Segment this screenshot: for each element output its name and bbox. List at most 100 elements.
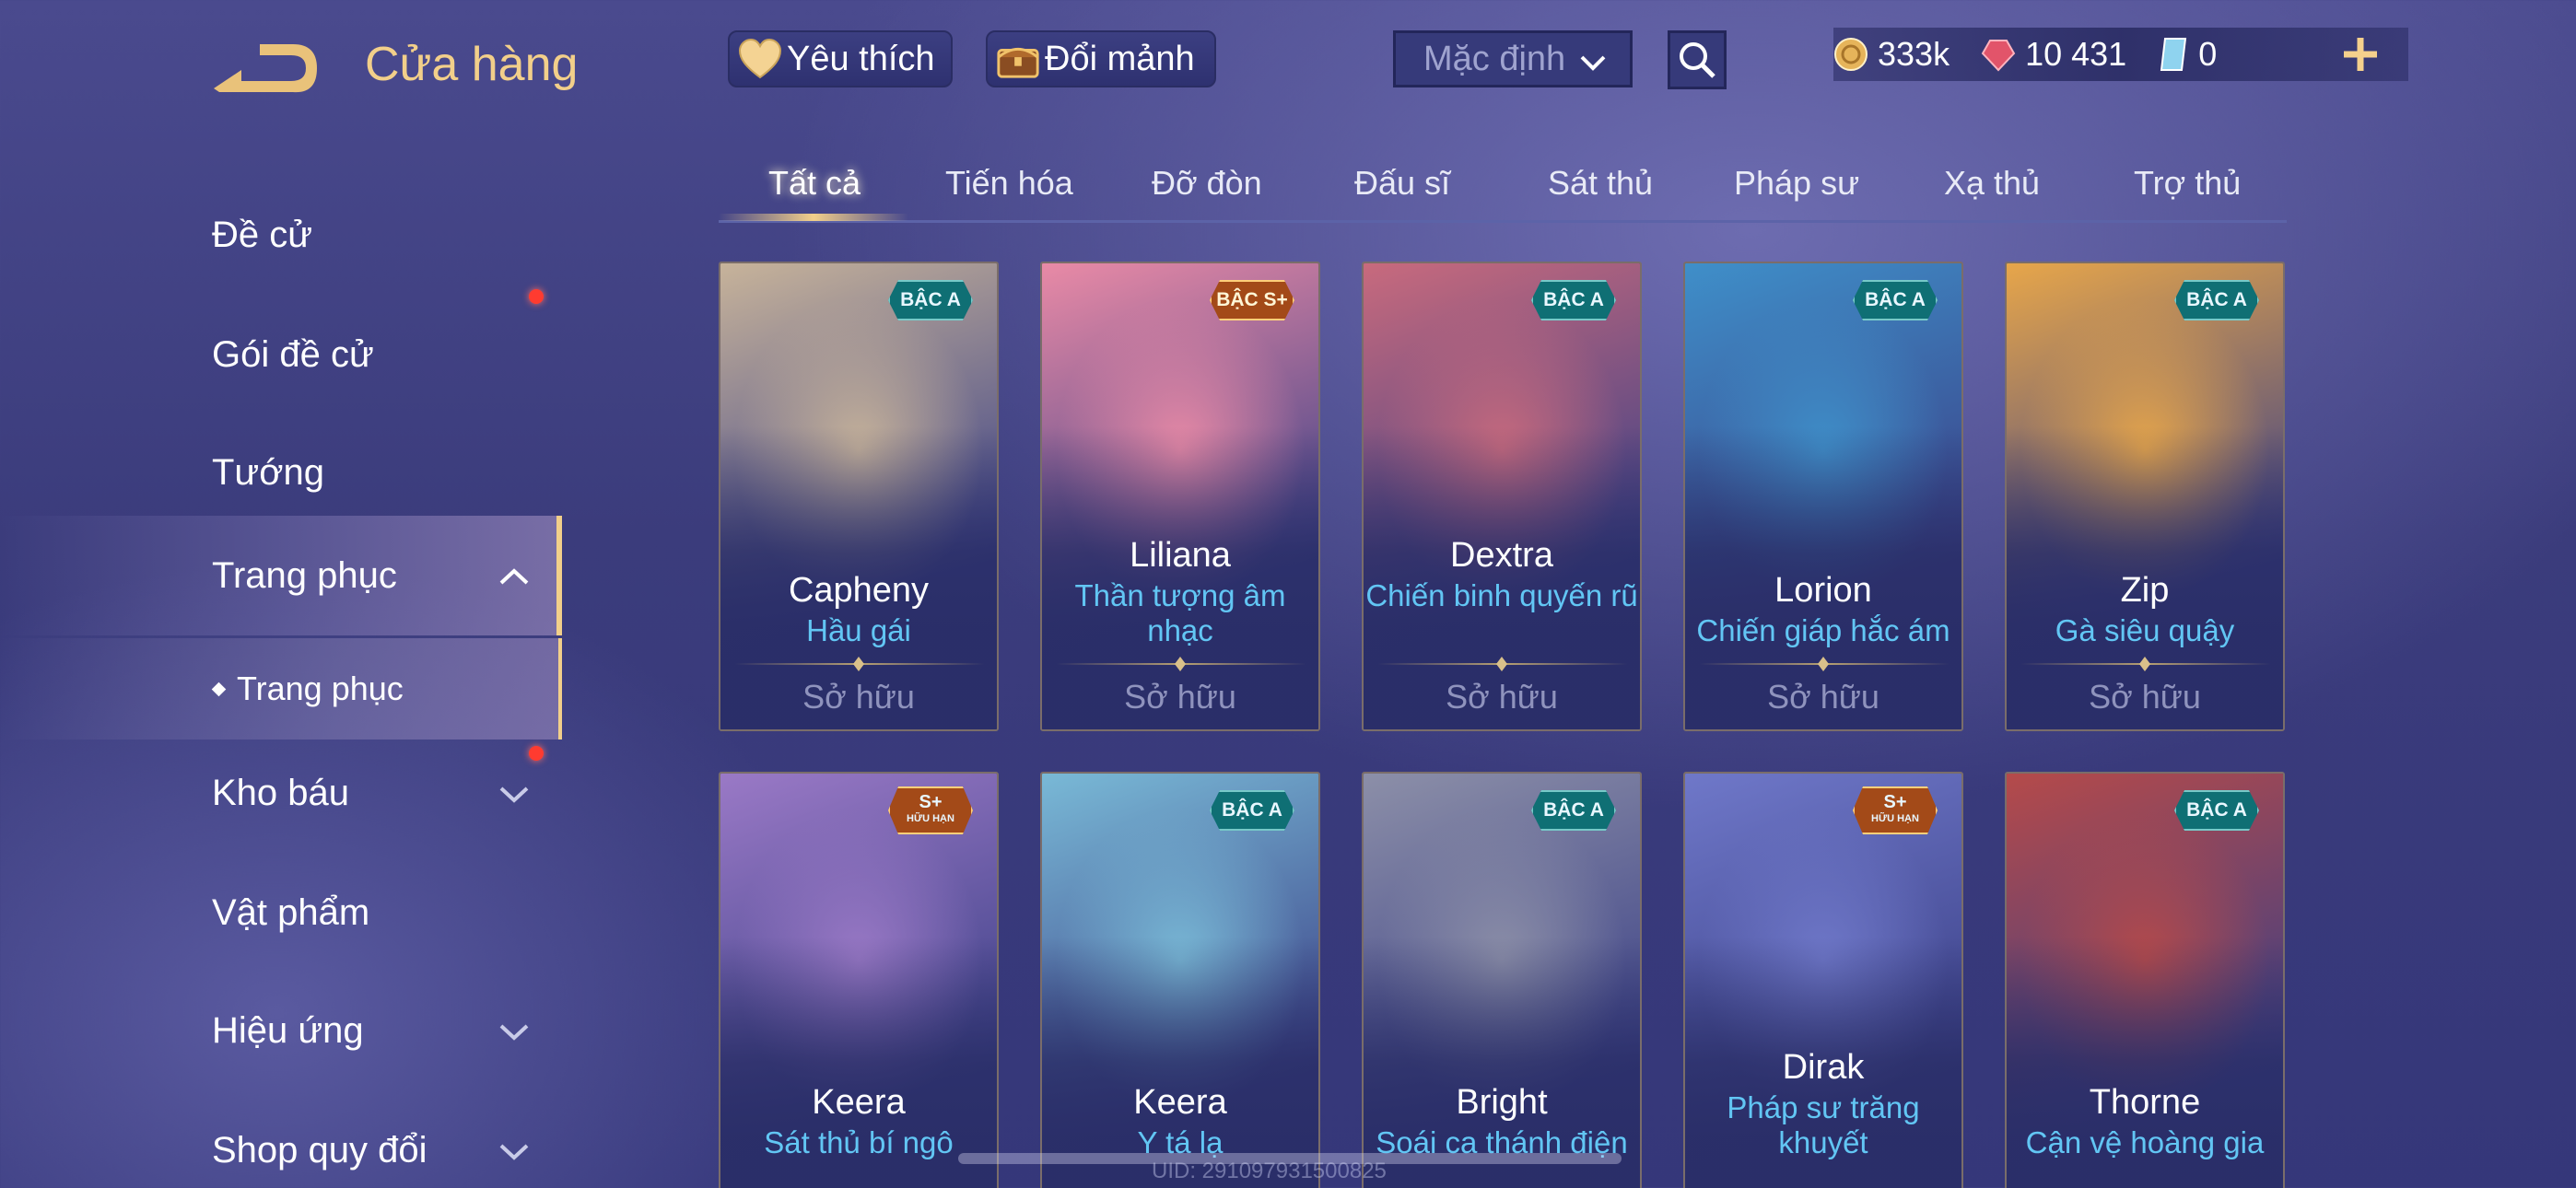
sidebar-item-heroes[interactable]: Tướng bbox=[0, 413, 562, 532]
gold-coin-icon bbox=[1834, 38, 1868, 71]
notification-dot bbox=[529, 289, 544, 304]
sidebar-item-label: Trang phục bbox=[237, 670, 404, 707]
skin-name: Cận vệ hoàng gia bbox=[2025, 1125, 2265, 1159]
ruby-icon bbox=[1981, 40, 2016, 72]
hero-name: Capheny bbox=[788, 571, 930, 610]
skin-card[interactable]: BẬC A Dextra Chiến binh quyến rũ Sở hữu bbox=[1362, 262, 1642, 731]
tier-badge: BẬC A bbox=[2174, 280, 2259, 320]
sidebar-item-recommended[interactable]: Đề cử bbox=[0, 175, 562, 295]
voucher-balance: 10 431 bbox=[1981, 35, 2126, 74]
hero-name: Keera bbox=[1133, 1083, 1227, 1122]
chevron-up-icon bbox=[499, 568, 529, 585]
skin-name: Gà siêu quậy bbox=[2055, 613, 2235, 647]
exchange-shard-label: Đổi mảnh bbox=[1045, 39, 1195, 78]
sidebar-item-label: Hiệu ứng bbox=[212, 1009, 364, 1051]
owned-status: Sở hữu bbox=[1446, 678, 1558, 716]
skin-name: Thần tượng âm nhạc bbox=[1074, 578, 1286, 647]
favorite-label: Yêu thích bbox=[787, 39, 935, 78]
chevron-down-icon bbox=[499, 1024, 529, 1041]
sidebar-subitem-skins[interactable]: Trang phục bbox=[0, 638, 562, 740]
tab-tank[interactable]: Đỡ đòn bbox=[1152, 164, 1262, 203]
tier-badge: BẬC S+ bbox=[1210, 280, 1294, 320]
hero-name: Lorion bbox=[1774, 571, 1872, 610]
sidebar-item-label: Trang phục bbox=[212, 554, 397, 596]
skin-name: Chiến giáp hắc ám bbox=[1696, 613, 1950, 647]
owned-status: Sở hữu bbox=[1124, 678, 1236, 716]
sidebar-item-treasure[interactable]: Kho báu bbox=[0, 733, 562, 853]
sidebar-item-items[interactable]: Vật phẩm bbox=[0, 853, 562, 973]
page-title: Cửa hàng bbox=[365, 38, 579, 91]
exchange-shard-button[interactable]: Đổi mảnh bbox=[986, 30, 1216, 87]
diamond-bullet-icon bbox=[211, 681, 227, 696]
skin-card[interactable]: BẬC A Keera Y tá lạ bbox=[1040, 772, 1320, 1188]
sidebar-item-label: Đề cử bbox=[212, 214, 313, 255]
divider bbox=[1057, 663, 1306, 665]
sidebar: Đề cử Gói đề cử Tướng Trang phục Trang p… bbox=[0, 175, 562, 1188]
hero-name: Liliana bbox=[1130, 536, 1231, 575]
currency-bar: 333k 10 431 0 bbox=[1833, 28, 2408, 81]
sidebar-item-label: Vật phẩm bbox=[212, 891, 370, 933]
tab-marksman[interactable]: Xạ thủ bbox=[1944, 164, 2040, 203]
back-button[interactable] bbox=[210, 37, 321, 98]
active-tab-indicator bbox=[719, 214, 908, 221]
divider bbox=[1378, 663, 1627, 665]
skin-name: Sát thủ bí ngô bbox=[764, 1125, 954, 1159]
tab-assassin[interactable]: Sát thủ bbox=[1548, 164, 1653, 203]
sidebar-item-effects[interactable]: Hiệu ứng bbox=[0, 971, 562, 1090]
chevron-down-icon bbox=[499, 786, 529, 803]
hero-name: Dextra bbox=[1450, 536, 1553, 575]
hero-name: Thorne bbox=[2089, 1083, 2201, 1122]
chevron-down-icon bbox=[499, 1144, 529, 1160]
tier-badge: BẬC A bbox=[1531, 790, 1616, 831]
chest-icon bbox=[995, 36, 1041, 82]
skin-card[interactable]: BẬC A Lorion Chiến giáp hắc ám Sở hữu bbox=[1683, 262, 1963, 731]
skin-card[interactable]: S+ HỮU HẠN Keera Sát thủ bí ngô bbox=[719, 772, 999, 1188]
sidebar-item-label: Tướng bbox=[212, 451, 324, 493]
sidebar-item-label: Gói đề cử bbox=[212, 333, 374, 375]
tab-evolution[interactable]: Tiến hóa bbox=[945, 164, 1073, 203]
home-indicator[interactable] bbox=[958, 1153, 1622, 1164]
heart-icon bbox=[737, 36, 783, 82]
notification-dot bbox=[529, 746, 544, 761]
ticket-amount: 0 bbox=[2198, 35, 2218, 73]
ticket-balance: 0 bbox=[2158, 35, 2217, 74]
sort-dropdown[interactable]: Mặc định bbox=[1393, 30, 1633, 87]
owned-status: Sở hữu bbox=[1767, 678, 1879, 716]
favorite-button[interactable]: Yêu thích bbox=[728, 30, 953, 87]
search-icon bbox=[1680, 42, 1715, 78]
skin-name: Pháp sư trăng khuyết bbox=[1727, 1090, 1920, 1159]
sidebar-item-exchange-shop[interactable]: Shop quy đổi bbox=[0, 1090, 562, 1188]
skin-card[interactable]: S+ HỮU HẠN Dirak Pháp sư trăng khuyết bbox=[1683, 772, 1963, 1188]
skin-card[interactable]: BẬC A Capheny Hầu gái Sở hữu bbox=[719, 262, 999, 731]
sort-value: Mặc định bbox=[1423, 39, 1566, 78]
tab-all[interactable]: Tất cả bbox=[768, 164, 861, 203]
skin-name: Chiến binh quyến rũ bbox=[1365, 578, 1638, 612]
tab-fighter[interactable]: Đấu sĩ bbox=[1354, 164, 1450, 203]
hero-name: Bright bbox=[1456, 1083, 1548, 1122]
tier-badge: BẬC A bbox=[888, 280, 973, 320]
ticket-icon bbox=[2160, 38, 2187, 71]
tier-badge: S+ HỮU HẠN bbox=[1853, 786, 1938, 834]
tier-badge: BẬC A bbox=[1853, 280, 1938, 320]
tier-badge: BẬC A bbox=[1210, 790, 1294, 831]
sidebar-item-recommended-packs[interactable]: Gói đề cử bbox=[0, 295, 562, 414]
tier-badge: BẬC A bbox=[2174, 790, 2259, 831]
sidebar-item-skins[interactable]: Trang phục bbox=[0, 516, 562, 635]
skin-card[interactable]: BẬC S+ Liliana Thần tượng âm nhạc Sở hữu bbox=[1040, 262, 1320, 731]
owned-status: Sở hữu bbox=[2089, 678, 2201, 716]
tier-badge: BẬC A bbox=[1531, 280, 1616, 320]
add-currency-button[interactable] bbox=[2340, 28, 2381, 83]
tab-mage[interactable]: Pháp sư bbox=[1734, 164, 1859, 203]
skin-card[interactable]: BẬC A Zip Gà siêu quậy Sở hữu bbox=[2005, 262, 2285, 731]
skin-card[interactable]: BẬC A Bright Soái ca thánh điện bbox=[1362, 772, 1642, 1188]
voucher-amount: 10 431 bbox=[2025, 35, 2127, 73]
category-tabs: Tất cả Tiến hóa Đỡ đòn Đấu sĩ Sát thủ Ph… bbox=[719, 147, 2287, 223]
divider bbox=[735, 663, 984, 665]
tab-support[interactable]: Trợ thủ bbox=[2134, 164, 2241, 203]
gold-balance: 333k bbox=[1833, 35, 1950, 74]
back-arrow-icon bbox=[214, 44, 317, 93]
plus-icon bbox=[2344, 38, 2377, 71]
sidebar-item-label: Kho báu bbox=[212, 772, 350, 813]
search-button[interactable] bbox=[1668, 30, 1727, 89]
skin-card[interactable]: BẬC A Thorne Cận vệ hoàng gia bbox=[2005, 772, 2285, 1188]
